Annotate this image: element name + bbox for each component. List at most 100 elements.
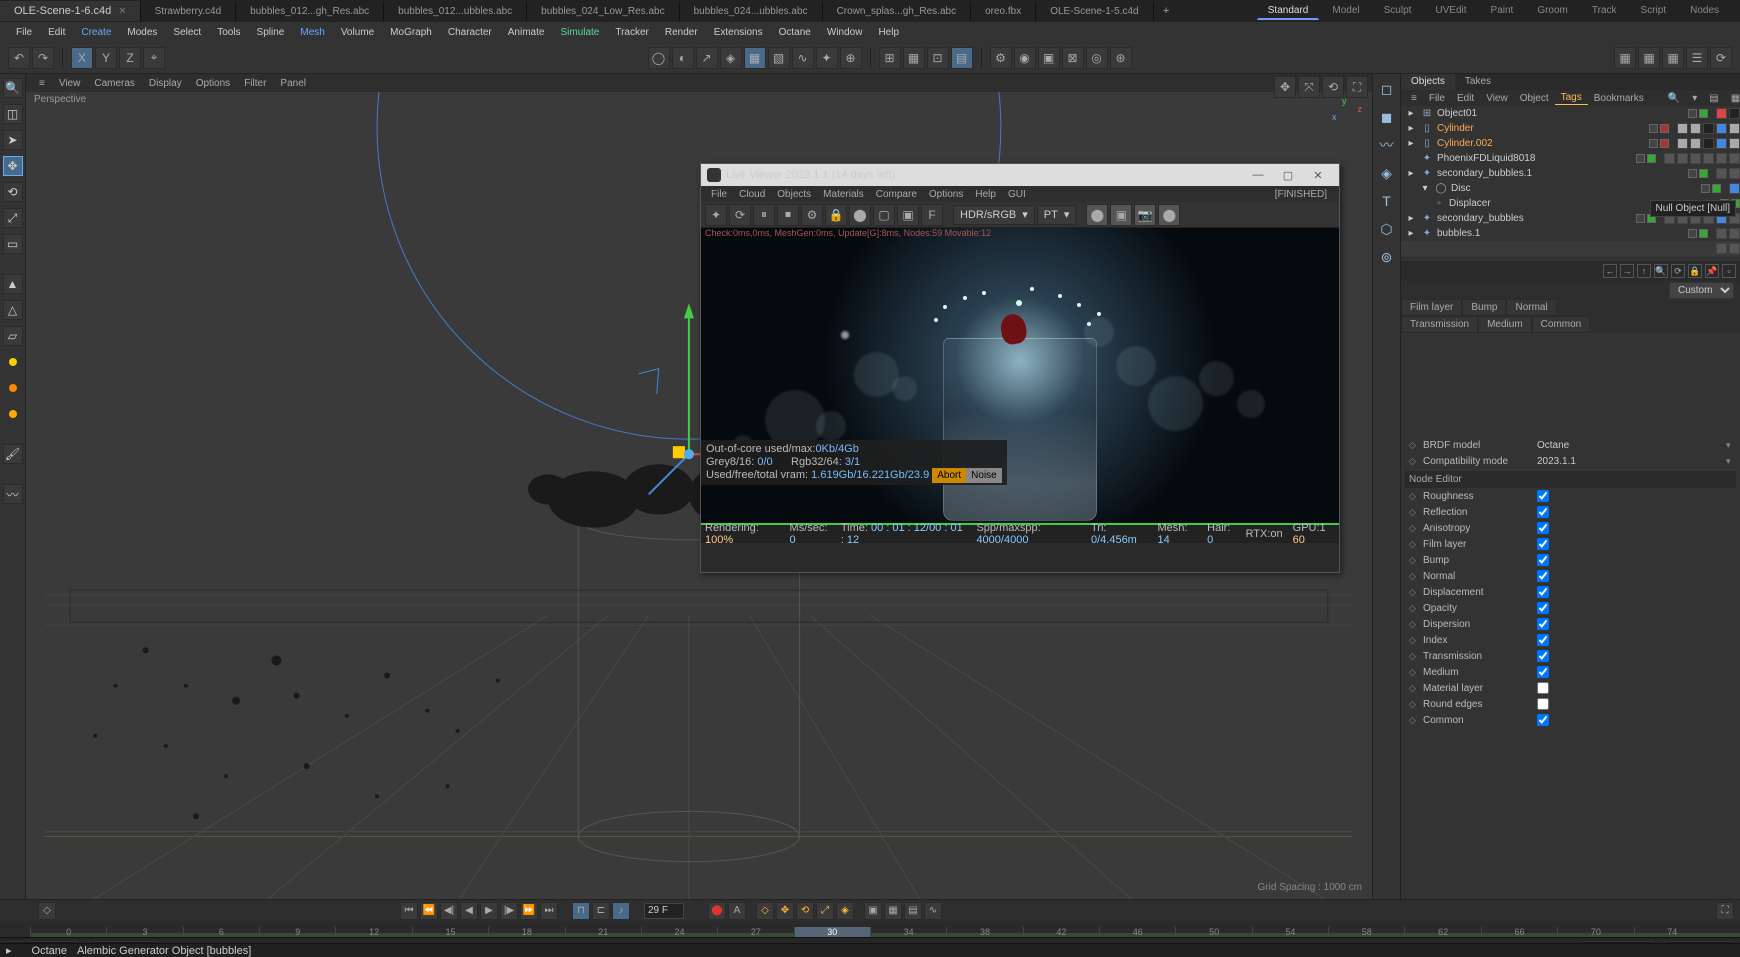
opacity-check[interactable] [1537, 602, 1549, 614]
maximize-icon[interactable]: ▢ [1273, 169, 1303, 182]
record-icon[interactable]: ⬤ [708, 902, 726, 920]
doc-tab[interactable]: bubbles_024...ubbles.abc [680, 2, 823, 21]
go-start-icon[interactable]: ⏮ [400, 902, 418, 920]
menu-tracker[interactable]: Tracker [607, 24, 657, 41]
menu-octane[interactable]: Octane [771, 24, 819, 41]
cube-solid-icon[interactable]: ◼ [1376, 106, 1398, 128]
doc-tab[interactable]: Crown_splas...gh_Res.abc [823, 2, 972, 21]
render-icon[interactable]: ◉ [1014, 47, 1036, 69]
close-icon[interactable]: ✕ [1303, 169, 1333, 182]
doc-tab[interactable]: Strawberry.c4d [141, 2, 237, 21]
model-mode[interactable]: ▲ [3, 274, 23, 294]
attr-mode-select[interactable]: Custom [1669, 282, 1734, 299]
common-check[interactable] [1537, 714, 1549, 726]
viewport-pan-icon[interactable]: ✥ [1274, 76, 1296, 98]
uv-mode[interactable] [3, 404, 23, 424]
displacement-check[interactable] [1537, 586, 1549, 598]
doc-tab[interactable]: oreo.fbx [971, 2, 1036, 21]
index-check[interactable] [1537, 634, 1549, 646]
lv-region-icon[interactable]: ▢ [873, 204, 895, 226]
matlayer-check[interactable] [1537, 682, 1549, 694]
transmission-check[interactable] [1537, 650, 1549, 662]
minimize-icon[interactable]: — [1243, 169, 1273, 181]
viewport-zoom-icon[interactable]: ⤧ [1298, 76, 1320, 98]
attr-fwd-icon[interactable]: → [1620, 264, 1634, 278]
coord-system-button[interactable]: ⌖ [143, 47, 165, 69]
rot-key-icon[interactable]: ⟲ [796, 902, 814, 920]
pla-key-icon[interactable]: ◈ [836, 902, 854, 920]
lv-help[interactable]: Help [969, 188, 1002, 201]
menu-extensions[interactable]: Extensions [706, 24, 771, 41]
menu-file[interactable]: File [8, 24, 40, 41]
collapse-icon[interactable]: ▾ [1686, 92, 1703, 105]
layout-uvedit[interactable]: UVEdit [1424, 2, 1477, 20]
brush-tool[interactable]: 🖌 [3, 444, 23, 464]
lv-compare[interactable]: Compare [870, 188, 923, 201]
poly-mode[interactable]: ▱ [3, 326, 23, 346]
sound-icon[interactable]: ♪ [612, 902, 630, 920]
objmgr-bookmarks[interactable]: Bookmarks [1588, 92, 1650, 105]
rotate-tool[interactable]: ⟲ [3, 182, 23, 202]
menu-simulate[interactable]: Simulate [552, 24, 607, 41]
snap-point[interactable]: ⊡ [927, 47, 949, 69]
menu-help[interactable]: Help [870, 24, 907, 41]
lv-lock-icon[interactable]: 🔒 [825, 204, 847, 226]
maximize-icon[interactable]: ⛶ [1716, 902, 1734, 920]
keyframe-sel-icon[interactable]: ▦ [884, 902, 902, 920]
timeline-ruler[interactable]: 0369 12151821 24273034 38424650 54586266… [0, 921, 1740, 937]
lv-save-icon[interactable]: ▣ [1110, 204, 1132, 226]
field-icon[interactable]: ⊚ [1376, 246, 1398, 268]
play-back-icon[interactable]: ◀ [460, 902, 478, 920]
scl-key-icon[interactable]: ⤢ [816, 902, 834, 920]
gizmo-icon[interactable]: ↗ [696, 47, 718, 69]
lv-hdr-select[interactable]: HDR/sRGB▾ [953, 205, 1035, 225]
dopesheet-icon[interactable]: ▤ [904, 902, 922, 920]
dispersion-check[interactable] [1537, 618, 1549, 630]
menu-volume[interactable]: Volume [333, 24, 382, 41]
layout-nodes[interactable]: Nodes [1679, 2, 1730, 20]
autokey-icon[interactable]: A [728, 902, 746, 920]
menu-mograph[interactable]: MoGraph [382, 24, 440, 41]
live-viewer-window[interactable]: Live Viewer 2023.1.1 (14 days left) — ▢ … [700, 163, 1340, 573]
vp-view[interactable]: View [52, 76, 88, 91]
menu-edit[interactable]: Edit [40, 24, 73, 41]
snap-icon[interactable]: ◈ [720, 47, 742, 69]
edge-mode[interactable]: △ [3, 300, 23, 320]
doc-tab[interactable]: bubbles_012...ubbles.abc [384, 2, 527, 21]
attr-tab[interactable]: Medium [1478, 316, 1532, 333]
layout-model[interactable]: Model [1321, 2, 1370, 20]
axis-icon[interactable]: ⊕ [840, 47, 862, 69]
live-viewer-titlebar[interactable]: Live Viewer 2023.1.1 (14 days left) — ▢ … [701, 164, 1339, 186]
attr-tab[interactable]: Bump [1462, 299, 1506, 316]
key-marker-icon[interactable]: ◇ [38, 902, 56, 920]
tab-objects[interactable]: Objects [1401, 74, 1455, 90]
layout-paint[interactable]: Paint [1480, 2, 1525, 20]
layout-script[interactable]: Script [1630, 2, 1678, 20]
axis-mode[interactable] [3, 352, 23, 372]
attr-pin-icon[interactable]: 📌 [1705, 264, 1719, 278]
layout-track[interactable]: Track [1581, 2, 1628, 20]
step-back-icon[interactable]: ⏪ [420, 902, 438, 920]
lv-restart-icon[interactable]: ✦ [705, 204, 727, 226]
menu-spline[interactable]: Spline [249, 24, 293, 41]
render-region-icon[interactable]: ▣ [1038, 47, 1060, 69]
render-queue-icon[interactable]: ◎ [1086, 47, 1108, 69]
objmgr-file[interactable]: File [1423, 92, 1451, 105]
quantize-icon[interactable]: ▦ [744, 47, 766, 69]
workplane-icon[interactable]: ▧ [768, 47, 790, 69]
prev-key-icon[interactable]: ◀| [440, 902, 458, 920]
lv-clay-icon[interactable]: ⬤ [1158, 204, 1180, 226]
lv-sphere-icon[interactable]: ⬤ [849, 204, 871, 226]
loop-icon[interactable]: ⊓ [572, 902, 590, 920]
lv-kernel-select[interactable]: PT▾ [1037, 205, 1077, 225]
vp-options[interactable]: Options [189, 76, 237, 91]
scale-tool[interactable]: ⤢ [3, 208, 23, 228]
attr-tab[interactable]: Transmission [1401, 316, 1478, 333]
snap-grid[interactable]: ▦ [903, 47, 925, 69]
new-project-icon[interactable]: ▦ [1614, 47, 1636, 69]
play-icon[interactable]: ▶ [480, 902, 498, 920]
search-icon[interactable]: 🔍 [3, 78, 23, 98]
menu-character[interactable]: Character [440, 24, 500, 41]
snap-toggle[interactable]: ⊞ [879, 47, 901, 69]
lv-file[interactable]: File [705, 188, 733, 201]
